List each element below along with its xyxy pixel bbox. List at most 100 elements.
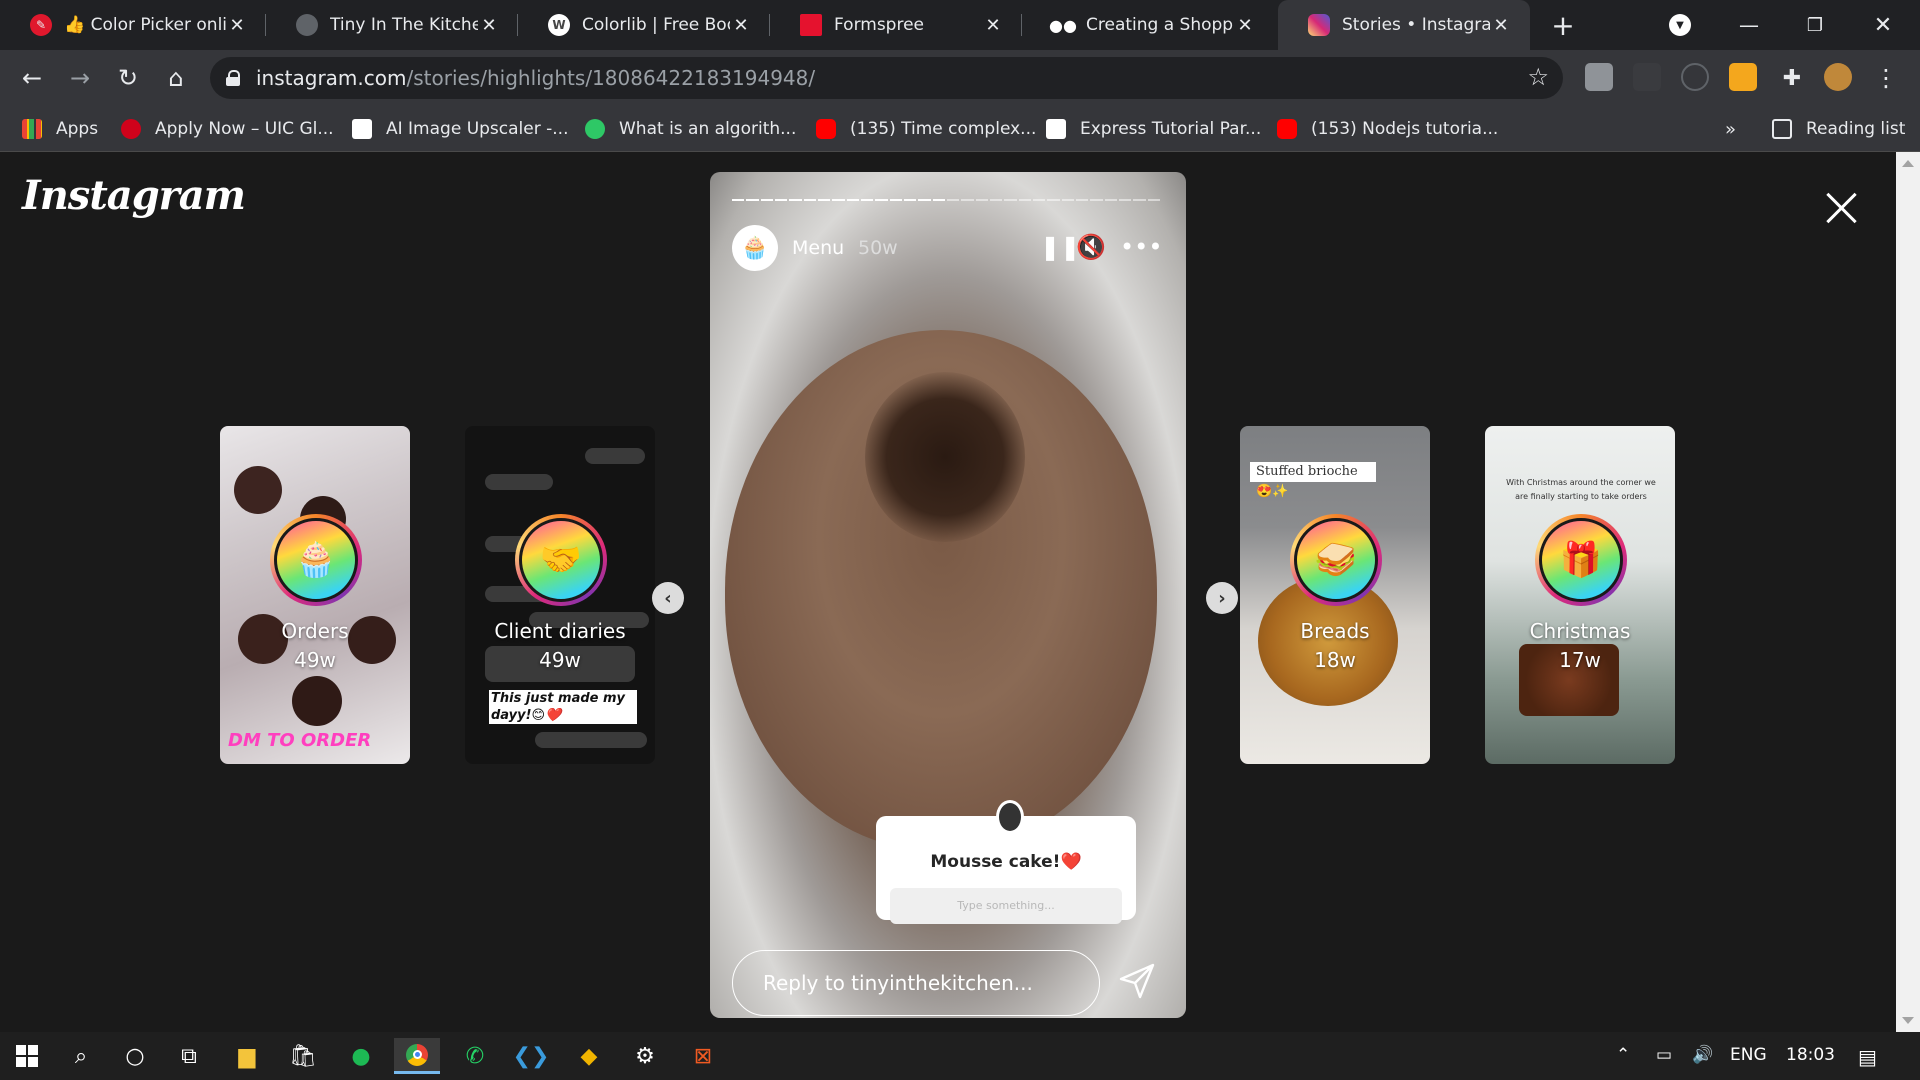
more-options-icon[interactable]: ••• [1120, 233, 1162, 261]
formspree-icon [800, 14, 822, 36]
forward-button[interactable]: → [64, 62, 96, 94]
tab-search-button[interactable]: ▼ [1660, 0, 1700, 50]
extension-icon[interactable] [1681, 63, 1709, 91]
color-picker-icon: ✎ [30, 14, 52, 36]
task-view-icon[interactable]: ⧉ [166, 1038, 212, 1074]
volume-icon[interactable]: 🔊 [1692, 1045, 1713, 1065]
url-path: /stories/highlights/18086422183194948/ [406, 66, 816, 90]
highlight-orders[interactable]: 🧁 Orders 49w DM TO ORDER [220, 426, 410, 764]
puzzle-icon[interactable]: ✚ [1776, 62, 1808, 94]
close-tab-icon[interactable]: ✕ [1490, 15, 1512, 36]
hackerrank-icon [585, 119, 605, 139]
reload-button[interactable]: ↻ [112, 62, 144, 94]
tab-formspree[interactable]: Formspree ✕ [770, 0, 1022, 50]
story-name[interactable]: Menu [792, 237, 844, 259]
scrollbar[interactable] [1896, 152, 1920, 1032]
orders-banner: DM TO ORDER [228, 730, 372, 751]
bookmarks-bar: Apps Apply Now – UIC Gl... AI Image Upsc… [0, 106, 1920, 152]
close-icon[interactable] [1820, 188, 1864, 232]
client-sticker: This just made my dayy!😊❤️ [489, 690, 637, 724]
extension-icon[interactable] [1633, 63, 1661, 91]
bookmark-time-complexity[interactable]: (135) Time complex... [816, 116, 1036, 142]
kebab-menu-icon[interactable]: ⋮ [1870, 62, 1902, 94]
highlight-christmas[interactable]: With Christmas around the corner we are … [1485, 426, 1675, 764]
chevron-up-icon[interactable]: ⌃ [1616, 1045, 1630, 1065]
question-sticker[interactable]: Mousse cake!❤️ Type something... [876, 800, 1136, 924]
chrome-icon[interactable] [394, 1038, 440, 1074]
close-tab-icon[interactable]: ✕ [478, 15, 500, 36]
globe-icon [296, 14, 318, 36]
avatar[interactable]: 🧁 [732, 225, 778, 271]
bookmark-ai-upscaler[interactable]: AI Image Upscaler -... [352, 116, 568, 142]
gift-icon: 🎁 [1539, 518, 1623, 602]
previous-story-button[interactable]: ‹ [652, 582, 684, 614]
next-story-button[interactable]: › [1206, 582, 1238, 614]
extension-icon[interactable] [1585, 63, 1613, 91]
story-age: 50w [858, 237, 898, 259]
cortana-icon[interactable]: ○ [112, 1038, 158, 1074]
instagram-icon [1308, 14, 1330, 36]
tab-tiny-in-the-kitchen[interactable]: Tiny In The Kitchen ✕ [266, 0, 518, 50]
clock[interactable]: 18:03 [1786, 1045, 1835, 1065]
uic-icon [121, 119, 141, 139]
close-tab-icon[interactable]: ✕ [982, 15, 1004, 36]
close-tab-icon[interactable]: ✕ [1234, 15, 1256, 36]
express-icon [1046, 119, 1066, 139]
sandwich-icon: 🥪 [1294, 518, 1378, 602]
bookmark-uic[interactable]: Apply Now – UIC Gl... [121, 116, 334, 142]
avatar[interactable] [1824, 63, 1852, 91]
search-icon[interactable]: ⌕ [58, 1038, 104, 1074]
send-icon[interactable] [1118, 962, 1156, 1000]
question-input[interactable]: Type something... [890, 888, 1122, 924]
new-tab-button[interactable]: + [1536, 0, 1590, 50]
reading-list-button[interactable]: Reading list [1772, 116, 1905, 142]
wordpress-icon: W [548, 14, 570, 36]
spotify-icon[interactable]: ● [338, 1038, 384, 1074]
tab-instagram-stories[interactable]: Stories • Instagram ✕ [1278, 0, 1530, 50]
restore-button[interactable]: ❐ [1792, 0, 1838, 50]
file-explorer-icon[interactable]: ▆ [224, 1038, 270, 1074]
more-bookmarks-button[interactable]: » [1725, 116, 1736, 142]
bookmark-nodejs[interactable]: (153) Nodejs tutoria... [1277, 116, 1498, 142]
tab-color-picker[interactable]: ✎ 👍 Color Picker onli ✕ [0, 0, 266, 50]
whatsapp-icon[interactable]: ✆ [452, 1038, 498, 1074]
close-window-button[interactable]: ✕ [1860, 0, 1906, 50]
tab-strip: ✎ 👍 Color Picker onli ✕ Tiny In The Kitc… [0, 0, 1920, 50]
tab-creating-shopping[interactable]: ●● Creating a Shoppin ✕ [1022, 0, 1274, 50]
address-bar[interactable]: instagram.com/stories/highlights/1808642… [210, 57, 1563, 99]
settings-gear-icon[interactable]: ⚙ [622, 1038, 668, 1074]
battery-icon[interactable]: ▭ [1656, 1045, 1672, 1065]
highlight-breads[interactable]: Stuffed brioche 😍✨ 🥪 Breads 18w [1240, 426, 1430, 764]
highlight-client-diaries[interactable]: This just made my dayy!😊❤️ 🤝 Client diar… [465, 426, 655, 764]
home-button[interactable]: ⌂ [160, 62, 192, 94]
language-indicator[interactable]: ENG [1730, 1045, 1767, 1065]
scroll-up-icon[interactable] [1902, 160, 1914, 167]
close-tab-icon[interactable]: ✕ [226, 15, 248, 36]
highlight-cover: 🎁 [1535, 514, 1627, 606]
scroll-down-icon[interactable] [1902, 1017, 1914, 1024]
git-kraken-icon[interactable]: ◆ [566, 1038, 612, 1074]
windows-start-icon[interactable] [4, 1038, 50, 1074]
bookmark-algorithm[interactable]: What is an algorith... [585, 116, 796, 142]
instagram-logo[interactable]: Instagram [22, 172, 246, 219]
bookmark-star-icon[interactable]: ☆ [1527, 63, 1549, 91]
story-viewer[interactable]: 🧁 Menu 50w ❚❚ 🔇 ••• Mousse cake!❤️ Type … [710, 172, 1186, 1018]
lock-icon[interactable] [226, 70, 240, 86]
tab-colorlib[interactable]: W Colorlib | Free Boots ✕ [518, 0, 770, 50]
store-icon[interactable]: 🛍 [280, 1038, 326, 1074]
notifications-icon[interactable]: ▤ [1858, 1045, 1877, 1069]
mute-icon[interactable]: 🔇 [1076, 233, 1106, 261]
upscaler-icon [352, 119, 372, 139]
extension-icon[interactable] [1729, 63, 1757, 91]
avatar [996, 800, 1024, 834]
xampp-icon[interactable]: ⊠ [680, 1038, 726, 1074]
reply-input[interactable]: Reply to tinyinthekitchen... [732, 950, 1100, 1016]
close-tab-icon[interactable]: ✕ [730, 15, 752, 36]
pause-icon[interactable]: ❚❚ [1040, 233, 1080, 261]
bookmark-express[interactable]: Express Tutorial Par... [1046, 116, 1261, 142]
bookmark-apps[interactable]: Apps [22, 116, 98, 142]
vscode-icon[interactable]: ❮❯ [508, 1038, 554, 1074]
minimize-button[interactable]: — [1726, 0, 1772, 50]
medium-icon: ●● [1049, 15, 1077, 35]
back-button[interactable]: ← [16, 62, 48, 94]
